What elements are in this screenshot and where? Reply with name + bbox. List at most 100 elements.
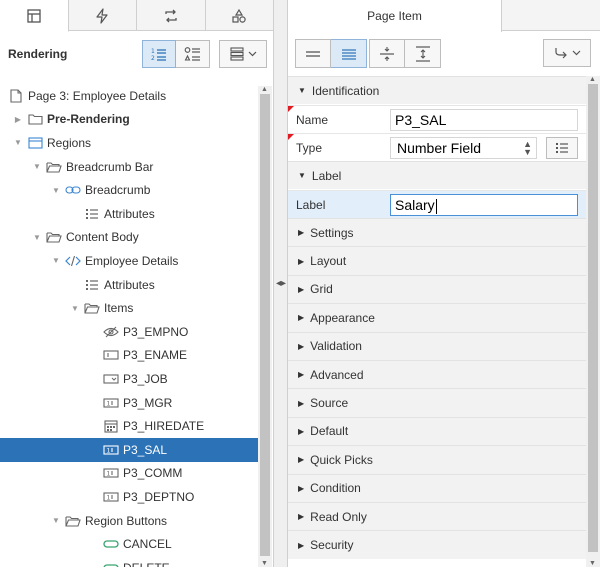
section-read-only[interactable]: ▶ Read Only (288, 502, 586, 531)
scrollbar-thumb[interactable] (260, 94, 270, 556)
section-quick-picks[interactable]: ▶ Quick Picks (288, 445, 586, 474)
button-icon (103, 537, 119, 551)
required-marker-icon (288, 106, 294, 112)
tree-node-label: DELETE (123, 561, 170, 567)
tab-dynamic-actions[interactable] (69, 0, 137, 31)
property-type: Type Number Field ▲ ▼ (288, 133, 586, 161)
tree-node[interactable]: P3_HIREDATE (0, 414, 258, 438)
tree-node[interactable]: Attributes (0, 273, 258, 297)
tree-menu-button[interactable] (219, 40, 267, 68)
numbered-list-icon: 12 (151, 48, 166, 62)
svg-text:2: 2 (151, 55, 155, 62)
expand-all-button[interactable] (405, 39, 441, 68)
show-all-button[interactable] (331, 39, 367, 68)
section-title: Security (310, 538, 354, 553)
expand-caret-icon[interactable]: ▼ (32, 162, 42, 171)
tree-node[interactable]: P3_EMPNO (0, 320, 258, 344)
property-editor: Page Item ▼ Identification Name P3_SAL T… (288, 0, 600, 567)
tab-shared-components[interactable] (206, 0, 274, 31)
go-to-group-button[interactable] (543, 39, 591, 67)
name-field[interactable]: P3_SAL (390, 109, 578, 131)
folder-open-icon (65, 514, 81, 528)
view-by-processing-order-button[interactable] (176, 40, 210, 68)
caret-right-icon: ▶ (298, 341, 305, 351)
tree-node[interactable]: ▼ Items (0, 296, 258, 320)
display-mode-group (295, 39, 367, 68)
collapse-caret-icon[interactable]: ▶ (13, 115, 23, 124)
tree-node[interactable]: DELETE (0, 556, 258, 567)
text-field-icon (103, 348, 119, 362)
scroll-up-arrow[interactable]: ▲ (589, 76, 596, 83)
section-advanced[interactable]: ▶ Advanced (288, 360, 586, 389)
tree-node[interactable]: 1 P3_COMM (0, 462, 258, 486)
tree-node[interactable]: ▼ Employee Details (0, 249, 258, 273)
section-condition[interactable]: ▶ Condition (288, 473, 586, 502)
expand-caret-icon[interactable]: ▼ (51, 186, 61, 195)
tree-node[interactable]: 1 P3_SAL (0, 438, 258, 462)
tree-node[interactable]: 1 P3_DEPTNO (0, 485, 258, 509)
attributes-icon (84, 207, 100, 221)
tree-node[interactable]: P3_JOB (0, 367, 258, 391)
tree-scrollbar[interactable]: ▲ ▼ (258, 86, 272, 567)
expand-caret-icon[interactable]: ▼ (32, 233, 42, 242)
required-marker-icon (288, 134, 294, 140)
number-field-icon: 1 (103, 396, 119, 410)
left-tab-bar (0, 0, 274, 32)
section-security[interactable]: ▶ Security (288, 530, 586, 559)
section-validation[interactable]: ▶ Validation (288, 331, 586, 360)
section-layout[interactable]: ▶ Layout (288, 246, 586, 275)
section-title: Identification (311, 83, 380, 98)
section-identification[interactable]: ▼ Identification (288, 76, 586, 105)
caret-right-icon: ▶ (298, 455, 305, 465)
expand-caret-icon[interactable]: ▼ (51, 516, 61, 525)
tree-node[interactable]: ▼ Region Buttons (0, 509, 258, 533)
property-label: Name (296, 112, 329, 127)
section-grid[interactable]: ▶ Grid (288, 274, 586, 304)
property-scrollbar[interactable]: ▲ ▼ (586, 76, 600, 567)
scroll-down-arrow[interactable]: ▼ (589, 560, 596, 567)
type-select[interactable]: Number Field ▲ ▼ (390, 137, 537, 159)
tree-node-label: Breadcrumb Bar (66, 159, 154, 174)
show-common-button[interactable] (295, 39, 331, 68)
tree-node[interactable]: ▼ Content Body (0, 226, 258, 250)
expand-caret-icon[interactable]: ▼ (13, 138, 23, 147)
tree-node-label: Regions (47, 135, 92, 150)
tree-node-label: Employee Details (85, 253, 179, 268)
tree-node[interactable]: P3_ENAME (0, 344, 258, 368)
tree-node[interactable]: Page 3: Employee Details (0, 86, 258, 108)
number-field-icon: 1 (103, 443, 119, 457)
rendering-tree: Page 3: Employee Details ▶ Pre-Rendering ▼ R… (0, 86, 258, 567)
collapse-all-button[interactable] (369, 39, 405, 68)
tab-page-item[interactable]: Page Item (288, 0, 502, 32)
tree-node[interactable]: 1 P3_MGR (0, 391, 258, 415)
scroll-up-arrow[interactable]: ▲ (261, 86, 268, 93)
section-title: Condition (310, 481, 361, 496)
section-label[interactable]: ▼ Label (288, 161, 586, 190)
splitter-grip-icon[interactable]: ◂▸ (276, 278, 286, 289)
section-source[interactable]: ▶ Source (288, 388, 586, 417)
tab-processing[interactable] (137, 0, 206, 31)
expand-caret-icon[interactable]: ▼ (70, 304, 80, 313)
scrollbar-thumb[interactable] (588, 84, 598, 552)
tree-node-label: P3_EMPNO (123, 324, 189, 339)
view-by-component-button[interactable]: 12 (142, 40, 176, 68)
tree-node[interactable]: ▶ Pre-Rendering (0, 108, 258, 132)
tree-node[interactable]: ▼ Breadcrumb Bar (0, 155, 258, 179)
section-settings[interactable]: ▶ Settings (288, 218, 586, 247)
tree-node[interactable]: CANCEL (0, 532, 258, 556)
tree-node-label: Pre-Rendering (47, 112, 130, 127)
tab-rendering[interactable] (0, 0, 69, 32)
region-icon (27, 136, 43, 150)
section-default[interactable]: ▶ Default (288, 416, 586, 446)
tree-node[interactable]: Attributes (0, 202, 258, 226)
section-appearance[interactable]: ▶ Appearance (288, 303, 586, 332)
scroll-down-arrow[interactable]: ▼ (261, 560, 268, 567)
label-field[interactable]: Salary (390, 194, 578, 216)
pane-splitter[interactable]: ◂▸ (274, 0, 288, 567)
folder-open-icon (84, 301, 100, 315)
expand-caret-icon[interactable]: ▼ (51, 256, 61, 265)
tree-node-label: P3_DEPTNO (123, 489, 195, 504)
type-list-button[interactable] (546, 137, 578, 159)
tree-node[interactable]: ▼ Regions (0, 131, 258, 155)
tree-node[interactable]: ▼ Breadcrumb (0, 178, 258, 202)
